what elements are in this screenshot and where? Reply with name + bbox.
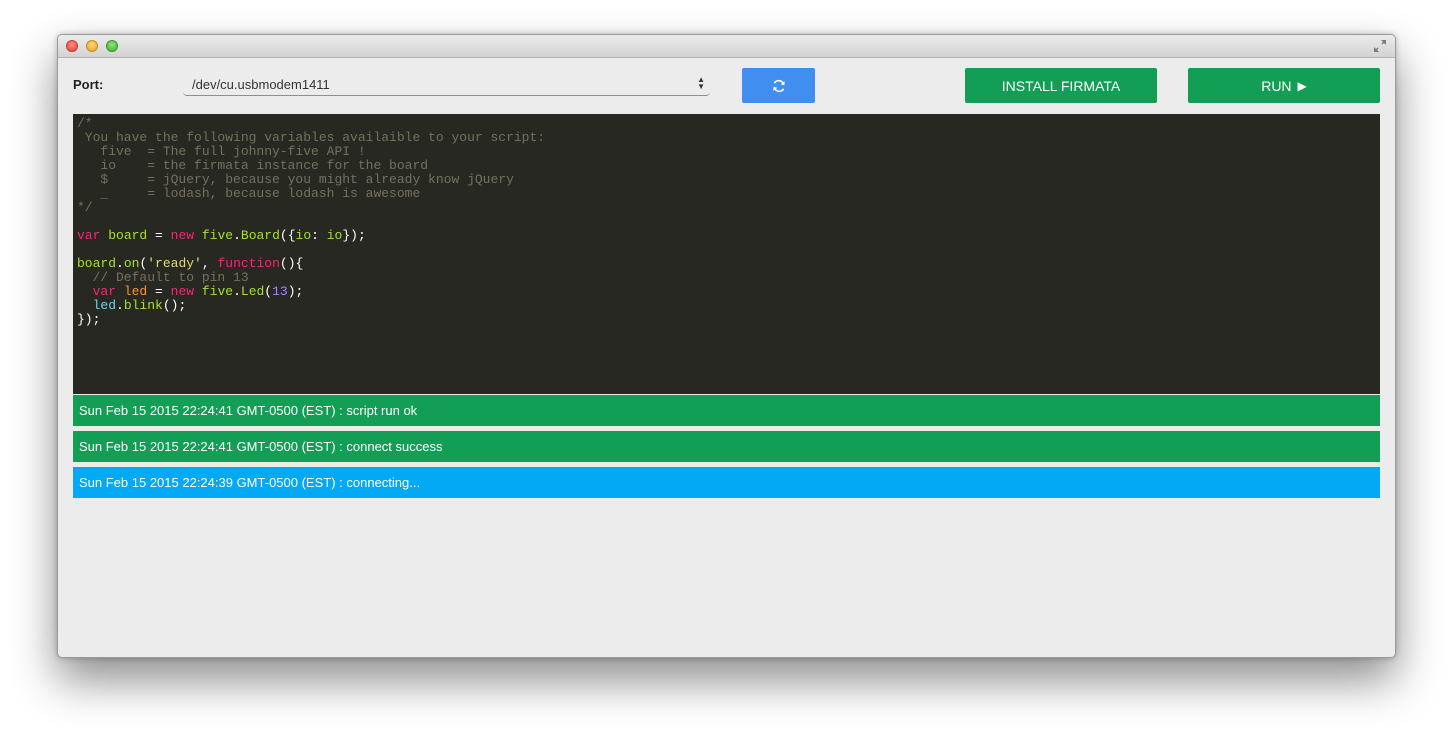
code-line: board.on('ready', function(){ <box>77 256 304 271</box>
fullscreen-icon[interactable] <box>1373 39 1387 53</box>
play-icon: ▶ <box>1297 78 1307 93</box>
code-line: You have the following variables availai… <box>77 130 546 145</box>
port-select[interactable]: /dev/cu.usbmodem1411 ▲ ▼ <box>183 75 710 96</box>
title-bar <box>58 35 1395 58</box>
code-line: $ = jQuery, because you might already kn… <box>77 172 514 187</box>
code-line: // Default to pin 13 <box>77 270 249 285</box>
install-firmata-button[interactable]: INSTALL FIRMATA <box>965 68 1157 103</box>
code-line: var board = new five.Board({io: io}); <box>77 228 366 243</box>
run-label: RUN <box>1261 77 1292 94</box>
log-entry: Sun Feb 15 2015 22:24:39 GMT-0500 (EST) … <box>73 467 1380 498</box>
install-firmata-label: INSTALL FIRMATA <box>1001 77 1121 94</box>
code-line: five = The full johnny-five API ! <box>77 144 366 159</box>
code-line: /* <box>77 116 93 131</box>
refresh-ports-button[interactable] <box>742 68 815 103</box>
app-window: Port: /dev/cu.usbmodem1411 ▲ ▼ INSTALL FI… <box>57 34 1396 658</box>
close-window-button[interactable] <box>66 40 78 52</box>
code-line: io = the firmata instance for the board <box>77 158 429 173</box>
log-entry: Sun Feb 15 2015 22:24:41 GMT-0500 (EST) … <box>73 395 1380 426</box>
log-list: Sun Feb 15 2015 22:24:41 GMT-0500 (EST) … <box>73 395 1380 503</box>
code-line: _ = lodash, because lodash is awesome <box>77 186 421 201</box>
code-line: led.blink(); <box>92 298 187 313</box>
code-line: */ <box>77 200 93 215</box>
run-button[interactable]: RUN ▶ <box>1188 68 1380 103</box>
log-entry: Sun Feb 15 2015 22:24:41 GMT-0500 (EST) … <box>73 431 1380 462</box>
select-arrows-icon: ▲ ▼ <box>697 75 705 91</box>
port-select-value: /dev/cu.usbmodem1411 <box>192 77 330 92</box>
port-label: Port: <box>73 77 104 92</box>
code-editor[interactable]: /* You have the following variables avai… <box>73 114 1380 394</box>
code-line: var led = new five.Led(13); <box>92 284 304 299</box>
refresh-icon <box>772 79 785 92</box>
code-line: }); <box>77 312 101 327</box>
minimize-window-button[interactable] <box>86 40 98 52</box>
zoom-window-button[interactable] <box>106 40 118 52</box>
